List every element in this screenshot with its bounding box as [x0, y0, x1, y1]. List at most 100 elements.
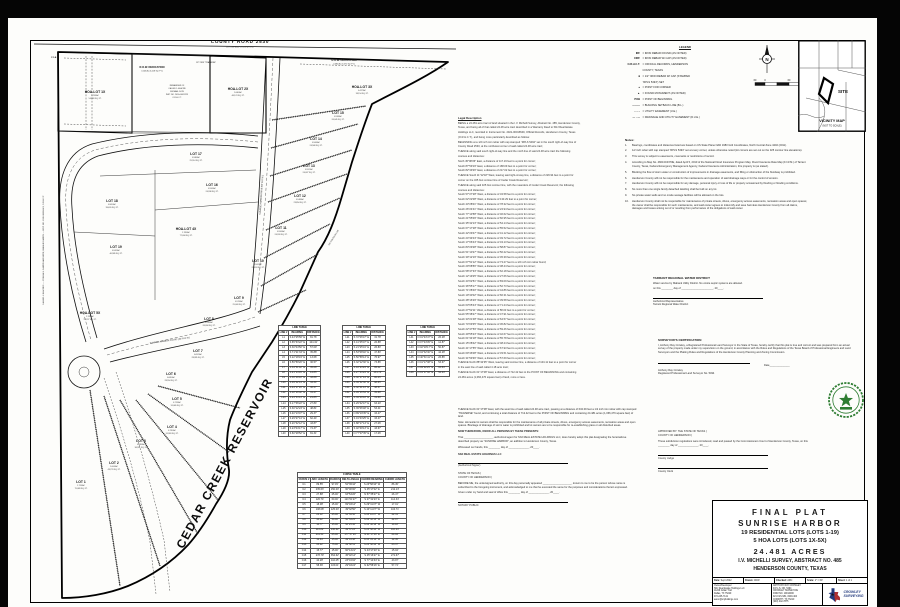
subdivision-name: SUNRISE HARBOR — [713, 519, 867, 528]
note-item: 1.Bearings, coordinates and distances li… — [625, 144, 808, 148]
cul-de-sac — [68, 356, 100, 388]
note-item: 2.1/2 inch rebar with cap stamped “RPLS … — [625, 149, 808, 153]
lot-area-label: 1.258 AC — [91, 94, 99, 97]
lot-area-label: 0.548 AC — [296, 198, 304, 201]
scale-num: 0 — [764, 79, 766, 82]
county-road-label: COUNTY ROAD 2530 — [211, 40, 269, 44]
lot-area-label: 1.199 AC — [86, 315, 94, 318]
lot-label: LOT 19 — [110, 245, 122, 249]
lot-label: LOT 2 — [109, 461, 119, 465]
texas-logo-icon: ★ — [827, 587, 842, 603]
legal-description-line: 24.481 acres (1,066,476 square feet) of … — [458, 376, 626, 381]
north-arrow-icon: N — [756, 44, 778, 74]
legend: LEGEND IRF= IRON REBAR FOUND (AS NOTED)C… — [620, 45, 750, 120]
lot-label: LOT 3 — [136, 439, 146, 443]
lot-label: HOA-LOT 3X — [352, 85, 373, 89]
lot-area-label: 24,208 SQ. FT. — [206, 191, 219, 193]
drawn-value: CDW — [754, 579, 760, 582]
owner-now-therefore: NOW THEREFORE, KNOW ALL PERSONS BY THESE… — [458, 430, 638, 434]
vicinity-site-label: SITE — [838, 89, 848, 94]
surveyor-signature-line — [658, 363, 750, 368]
adjoiner-parcel-line5: O.R.H.C.T. — [172, 97, 182, 99]
lot-area-label: 26,034 SQ. FT. — [203, 325, 216, 327]
lot-label: HOA-LOT 2X — [228, 87, 249, 91]
lot-area-label: 0.665 AC — [167, 376, 175, 379]
owner-before-me: BEFORE ME, the undersigned authority, on… — [458, 482, 638, 489]
title-block: FINAL PLAT SUNRISE HARBOR 19 RESIDENTIAL… — [712, 500, 868, 606]
lot-label: LOT 16 — [206, 183, 218, 187]
lot-area-label: 23,854 SQ. FT. — [294, 202, 307, 204]
water-district-section: TARRANT REGIONAL WATER DISTRICT Water se… — [653, 276, 805, 307]
adjoiner-parcel-line1: REMAINDER OF — [170, 84, 185, 87]
table-cell: 57.74′ — [384, 564, 406, 569]
table-cell: L20 — [279, 432, 289, 437]
table-cell: L48 — [407, 371, 417, 376]
road-loop-centerline — [66, 139, 258, 340]
table-cell: 58.36′ — [310, 564, 329, 569]
pob-label: P.O.B. — [51, 57, 57, 59]
table-cell: L40 — [343, 432, 353, 437]
county-judge-line: County Judge — [658, 455, 768, 460]
surveyor-certification: SURVEYOR’S CERTIFICATION I, Anthony Ray … — [658, 338, 854, 376]
owner-county: COUNTY OF HENDERSON ) — [458, 476, 638, 480]
owner-witnessed: Witnessed our hands, this ________ day o… — [458, 446, 638, 450]
water-district-signature: Authorized Representative Tarrant Region… — [653, 298, 763, 307]
date-value: Sept 2022 — [721, 579, 732, 582]
county-state-line: HENDERSON COUNTY, TEXAS — [713, 566, 867, 572]
date-label: Date: — [714, 579, 720, 582]
vicinity-title: VICINITY MAP — [819, 119, 845, 123]
lot-area-label: 75,083 SQ. FT. — [75, 488, 88, 490]
title-block-main: FINAL PLAT SUNRISE HARBOR 19 RESIDENTIAL… — [713, 501, 867, 577]
surveyor-date-label: Date______________ — [764, 363, 790, 368]
interior-lot-lines — [74, 170, 258, 300]
owner-that-line: That ____________________, authorized ag… — [458, 436, 638, 443]
table-cell: 81.31′ — [306, 432, 321, 437]
lot-area-label: 0.941 AC — [112, 249, 120, 252]
drawn-label: Drawn: — [745, 579, 753, 582]
lot-area-label: 77,034 SQ. FT. — [180, 235, 193, 237]
lot-area-label: 1.724 AC — [77, 484, 85, 487]
owner-closing-call: THENCE North 01°17′08″ East, with the we… — [458, 408, 638, 419]
surveyor-info-cell: ANTHONY RAY CROWLEYR.P.L.S. NO. 5494CROW… — [771, 584, 822, 605]
lot-area-label: 0.598 AC — [205, 321, 213, 324]
notes-title: Notes: — [625, 138, 808, 142]
lot-area-label: 1.004 AC — [110, 465, 118, 468]
surveyor-cert-title: SURVEYOR’S CERTIFICATION — [658, 338, 854, 342]
lot-area-label: 0.652 AC — [194, 353, 202, 356]
lot-label: LOT 8 — [204, 317, 214, 321]
lot-area-label: 0.564 AC — [312, 141, 320, 144]
note-item: 5.Blocking the flow of storm water or co… — [625, 171, 808, 175]
scale-value: 1″ = 60′ — [815, 579, 823, 582]
surveyor-seal-icon — [826, 380, 866, 420]
line-table-1: LINE TABLE LINE #BEARINGDISTANCE L1S 43°… — [278, 325, 321, 437]
checked-label: Checked: — [776, 579, 787, 582]
owner-state: STATE OF TEXAS ) — [458, 472, 638, 476]
line-table-2: LINE TABLE LINE #BEARINGDISTANCE L21S 72… — [342, 325, 386, 437]
west-adjoiner-label: CALLED 4.18 ACRES — JOSHUA G. FARRIS AND… — [42, 195, 45, 305]
screenshot-root: { "colors":{"background":"#050505","pape… — [0, 0, 900, 607]
residential-lots-line: 19 RESIDENTIAL LOTS (LOTS 1-19) — [713, 530, 867, 536]
lot-label: LOT 9 — [234, 296, 244, 300]
lot-area-label: 1.769 AC — [182, 231, 190, 234]
lot-area-label: 54,803 SQ. FT. — [89, 98, 102, 100]
owner-developer-cell: Owner/Developer:SNJ Real Estate Holdings… — [713, 584, 771, 605]
table-row: L20S 60°28′52″ E81.31′ — [279, 432, 321, 437]
lot-label: LOT 14 — [310, 137, 322, 141]
legend-title: LEGEND — [620, 45, 750, 49]
lot-area-label: 0.586 AC — [192, 156, 200, 159]
lot-area-label: 28,385 SQ. FT. — [192, 357, 205, 359]
lot-label: LOT 7 — [193, 349, 203, 353]
lot-area-label: 31,069 SQ. FT. — [171, 405, 184, 407]
lot-label: LOT 5 — [172, 397, 182, 401]
table-cell: N 77°07′35″ E — [352, 432, 370, 437]
lot-label: LOT 17 — [190, 152, 202, 156]
note-item: 4.According to Map No. 48213C0370E, date… — [625, 161, 808, 168]
line-table-3: LINE TABLE LINE #BEARINGDISTANCE L41N 01… — [406, 325, 450, 377]
title-block-bottom-row: Owner/Developer:SNJ Real Estate Holdings… — [713, 583, 867, 605]
lot-area-label: 0.556 AC — [208, 187, 216, 190]
owner-info-line: aaron@snjholdings.com — [714, 599, 770, 602]
table-cell: C17 — [298, 564, 311, 569]
scale-label: Scale: — [807, 579, 814, 582]
lot-label: LOT 18 — [106, 199, 118, 203]
table-row: L40N 77°07′35″ E17.06′ — [343, 432, 386, 437]
